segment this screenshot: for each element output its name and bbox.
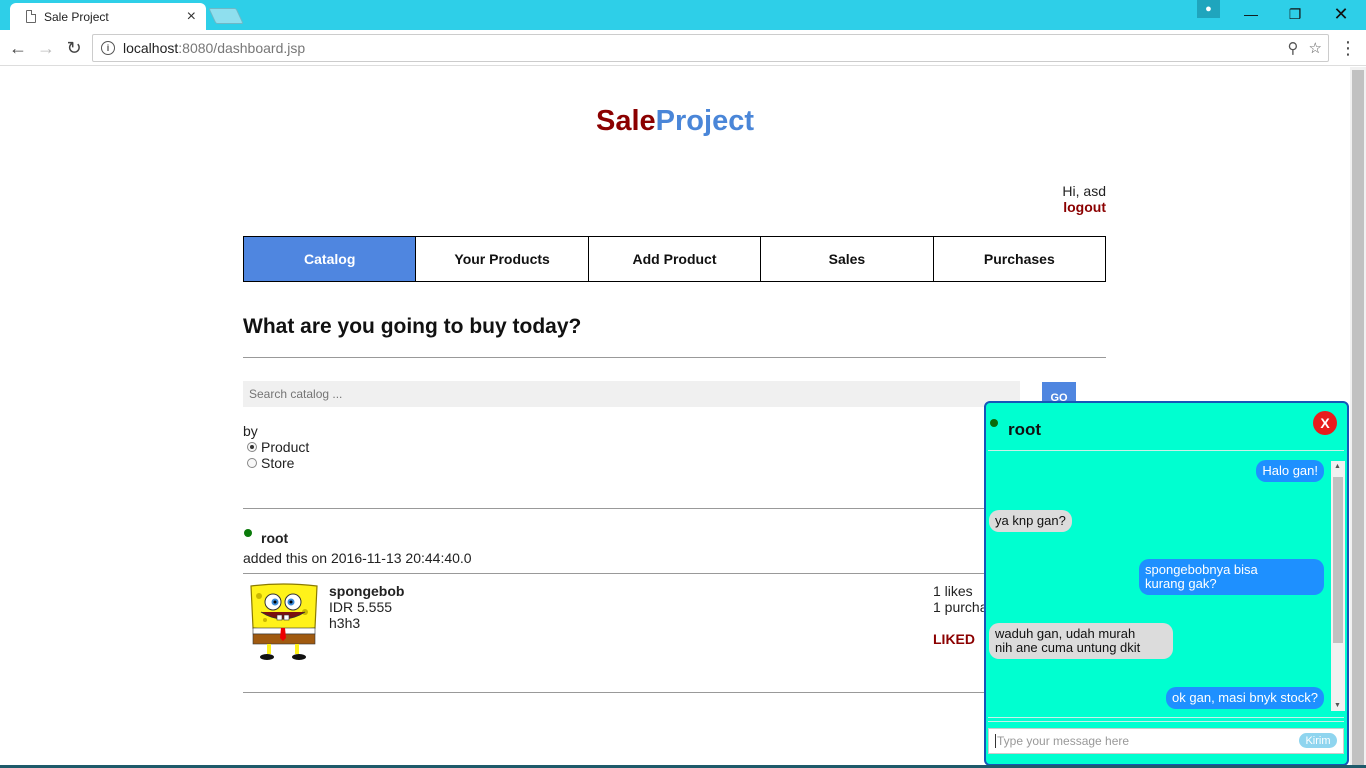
radio-store[interactable] <box>247 458 257 468</box>
search-input[interactable] <box>243 381 1020 407</box>
product-name[interactable]: spongebob <box>329 583 404 599</box>
user-greeting: Hi, asd logout <box>1062 183 1106 215</box>
url-path: :8080/dashboard.jsp <box>178 40 306 56</box>
divider <box>243 357 1106 358</box>
bookmark-star-icon[interactable]: ☆ <box>1309 39 1322 57</box>
logo-project: Project <box>655 105 754 137</box>
chat-title: root <box>1008 420 1042 439</box>
product-info: spongebob IDR 5.555 h3h3 <box>329 583 404 631</box>
logout-link[interactable]: logout <box>1062 199 1106 215</box>
page-scrollbar[interactable] <box>1350 67 1366 768</box>
chat-message-input[interactable]: Type your message here <box>988 728 1344 754</box>
online-status-icon <box>244 529 252 537</box>
tab-title: Sale Project <box>44 9 109 24</box>
scroll-down-icon[interactable]: ▼ <box>1334 702 1341 709</box>
browser-menu-icon[interactable]: ⋮ <box>1339 36 1357 60</box>
chat-message-line: waduh gan, udah murah <box>995 626 1136 641</box>
chat-divider <box>988 717 1344 718</box>
radio-product-label: Product <box>261 439 310 455</box>
nav-your-products[interactable]: Your Products <box>415 236 589 282</box>
chat-message-line: spongebobnya bisa <box>1145 562 1258 577</box>
page-icon <box>26 10 36 23</box>
chat-close-button[interactable]: X <box>1313 411 1337 435</box>
radio-store-row[interactable]: Store <box>247 455 294 471</box>
main-nav: Catalog Your Products Add Product Sales … <box>243 236 1107 282</box>
product-stats: 1 likes 1 purcha <box>933 583 987 615</box>
chat-divider <box>988 721 1344 722</box>
search-by-label: by <box>243 423 258 439</box>
nav-purchases[interactable]: Purchases <box>932 236 1107 282</box>
greeting-text: Hi, asd <box>1062 183 1106 199</box>
chat-messages: Halo gan! ya knp gan? spongebobnya bisa … <box>986 455 1331 711</box>
tab-close-icon[interactable]: × <box>187 8 196 25</box>
seller-name[interactable]: root <box>261 530 288 546</box>
product-image[interactable] <box>245 582 321 661</box>
chat-divider <box>988 450 1344 451</box>
minimize-icon[interactable]: — <box>1228 0 1274 28</box>
likes-count: 1 likes <box>933 583 973 599</box>
browser-tab[interactable]: Sale Project × <box>10 3 206 30</box>
chat-message-line: nih ane cuma untung dkit <box>995 640 1141 655</box>
logo-sale: Sale <box>596 105 656 137</box>
chat-scrollbar[interactable]: ▲ ▼ <box>1331 461 1345 711</box>
chat-input-placeholder: Type your message here <box>997 734 1130 748</box>
profile-icon[interactable]: ● <box>1197 0 1220 18</box>
chat-message-out: ok gan, masi bnyk stock? <box>1166 687 1324 709</box>
window-close-icon[interactable]: ✕ <box>1318 0 1364 28</box>
chat-window: root X Halo gan! ya knp gan? spongebobny… <box>984 401 1349 766</box>
nav-catalog[interactable]: Catalog <box>243 236 417 282</box>
text-cursor <box>995 734 996 748</box>
back-icon[interactable]: ← <box>6 36 30 60</box>
page-heading: What are you going to buy today? <box>243 315 582 338</box>
divider <box>243 692 1106 693</box>
title-bar: Sale Project × ● — ❐ ✕ <box>0 0 1366 30</box>
info-icon[interactable]: i <box>101 41 115 55</box>
radio-product[interactable] <box>247 442 257 452</box>
browser-toolbar: ← → ↻ i localhost:8080/dashboard.jsp ⚲ ☆… <box>0 30 1366 66</box>
chat-message-in: ya knp gan? <box>989 510 1072 532</box>
chat-message-line: kurang gak? <box>1145 576 1217 591</box>
purchases-count: 1 purcha <box>933 599 988 615</box>
divider <box>243 573 1106 574</box>
radio-store-label: Store <box>261 455 295 471</box>
product-price: IDR 5.555 <box>329 599 393 615</box>
reload-icon[interactable]: ↻ <box>62 36 86 60</box>
liked-button[interactable]: LIKED <box>933 631 975 647</box>
forward-icon[interactable]: → <box>34 36 58 60</box>
site-logo: SaleProject <box>0 105 1350 138</box>
zoom-icon[interactable]: ⚲ <box>1288 39 1299 57</box>
chat-message-out: spongebobnya bisa kurang gak? <box>1139 559 1324 595</box>
new-tab-button[interactable] <box>208 8 244 24</box>
scroll-up-icon[interactable]: ▲ <box>1334 463 1341 470</box>
chat-message-in: waduh gan, udah murah nih ane cuma untun… <box>989 623 1173 659</box>
nav-add-product[interactable]: Add Product <box>587 236 762 282</box>
restore-icon[interactable]: ❐ <box>1272 0 1318 28</box>
radio-product-row[interactable]: Product <box>247 439 309 455</box>
chat-scrollbar-thumb[interactable] <box>1333 477 1343 643</box>
added-date: added this on 2016-11-13 20:44:40.0 <box>243 550 472 566</box>
send-button[interactable]: Kirim <box>1299 733 1337 748</box>
url-host: localhost <box>123 40 179 56</box>
chat-message-out: Halo gan! <box>1256 460 1324 482</box>
page-scrollbar-thumb[interactable] <box>1352 70 1364 765</box>
nav-sales[interactable]: Sales <box>760 236 934 282</box>
online-status-icon <box>990 419 998 427</box>
product-description: h3h3 <box>329 615 361 631</box>
divider <box>243 508 1106 509</box>
address-bar[interactable]: i localhost:8080/dashboard.jsp ⚲ ☆ <box>92 34 1329 62</box>
